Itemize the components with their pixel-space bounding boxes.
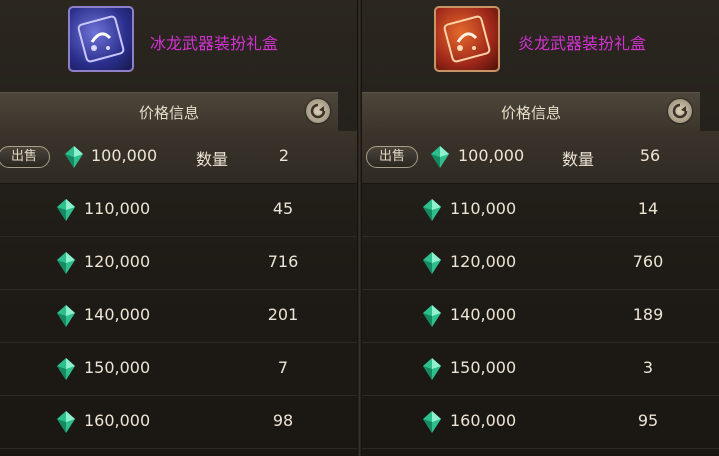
quantity-value: 760 (632, 252, 664, 271)
market-panel-ice: 冰龙武器装扮礼盒 价格信息 出售 100,000 数量 2 110,000 45… (0, 0, 357, 456)
price-info-title: 价格信息 (500, 104, 561, 122)
price-value: 110,000 (450, 199, 517, 218)
sell-button[interactable]: 出售 (366, 146, 418, 168)
quantity-value: 7 (277, 358, 289, 377)
gem-icon (423, 411, 441, 433)
price-info-header: 价格信息 (0, 92, 338, 132)
quantity-value: 3 (642, 358, 654, 377)
refresh-button[interactable] (306, 99, 330, 123)
quantity-label: 数量 (562, 150, 595, 169)
listing-row[interactable]: 出售 100,000 数量 56 (362, 131, 719, 184)
item-name: 冰龙武器装扮礼盒 (150, 34, 279, 53)
listing-row[interactable]: 140,000 189 (362, 290, 719, 343)
gem-icon (423, 358, 441, 380)
listing-row[interactable]: 110,000 45 (0, 184, 357, 237)
price-value: 140,000 (450, 305, 517, 324)
market-panel-fire: 炎龙武器装扮礼盒 价格信息 出售 100,000 数量 56 110,000 1… (362, 0, 719, 456)
item-header: 炎龙武器装扮礼盒 (362, 0, 719, 86)
listing-row[interactable]: 120,000 760 (362, 237, 719, 290)
price-value: 160,000 (84, 411, 151, 430)
listing-row[interactable]: 160,000 95 (362, 396, 719, 449)
quantity-value: 98 (272, 411, 294, 430)
quantity-value: 45 (272, 199, 294, 218)
fire-dragon-giftbox-icon[interactable] (434, 6, 500, 72)
price-value: 120,000 (450, 252, 517, 271)
price-info-header: 价格信息 (362, 92, 700, 132)
price-value: 100,000 (458, 146, 525, 165)
listing-row[interactable]: 160,000 98 (0, 396, 357, 449)
gem-icon (65, 146, 83, 168)
price-value: 110,000 (84, 199, 151, 218)
gem-icon (57, 199, 75, 221)
quantity-value: 189 (632, 305, 664, 324)
price-value: 150,000 (450, 358, 517, 377)
gem-icon (57, 305, 75, 327)
price-value: 150,000 (84, 358, 151, 377)
refresh-button[interactable] (668, 99, 692, 123)
price-info-title: 价格信息 (138, 104, 199, 122)
quantity-value: 14 (637, 199, 659, 218)
listing-row[interactable]: 150,000 3 (362, 343, 719, 396)
price-value: 140,000 (84, 305, 151, 324)
gem-icon (423, 305, 441, 327)
listing-row[interactable]: 140,000 201 (0, 290, 357, 343)
sell-button[interactable]: 出售 (0, 146, 50, 168)
quantity-value: 95 (637, 411, 659, 430)
gem-icon (57, 411, 75, 433)
refresh-icon (310, 103, 326, 119)
gem-icon (423, 199, 441, 221)
gem-icon (423, 252, 441, 274)
item-name: 炎龙武器装扮礼盒 (518, 34, 647, 53)
price-value: 120,000 (84, 252, 151, 271)
gem-icon (57, 252, 75, 274)
listing-row[interactable]: 120,000 716 (0, 237, 357, 290)
listing-row[interactable]: 150,000 7 (0, 343, 357, 396)
quantity-value: 2 (278, 146, 290, 165)
listing-row[interactable]: 110,000 14 (362, 184, 719, 237)
quantity-value: 716 (267, 252, 299, 271)
listing-row[interactable]: 出售 100,000 数量 2 (0, 131, 357, 184)
gem-icon (57, 358, 75, 380)
price-value: 100,000 (91, 146, 158, 165)
quantity-value: 201 (267, 305, 299, 324)
item-header: 冰龙武器装扮礼盒 (0, 0, 357, 86)
refresh-icon (672, 103, 688, 119)
gem-icon (431, 146, 449, 168)
quantity-label: 数量 (196, 150, 229, 169)
ice-dragon-giftbox-icon[interactable] (68, 6, 134, 72)
quantity-value: 56 (639, 146, 661, 165)
price-value: 160,000 (450, 411, 517, 430)
